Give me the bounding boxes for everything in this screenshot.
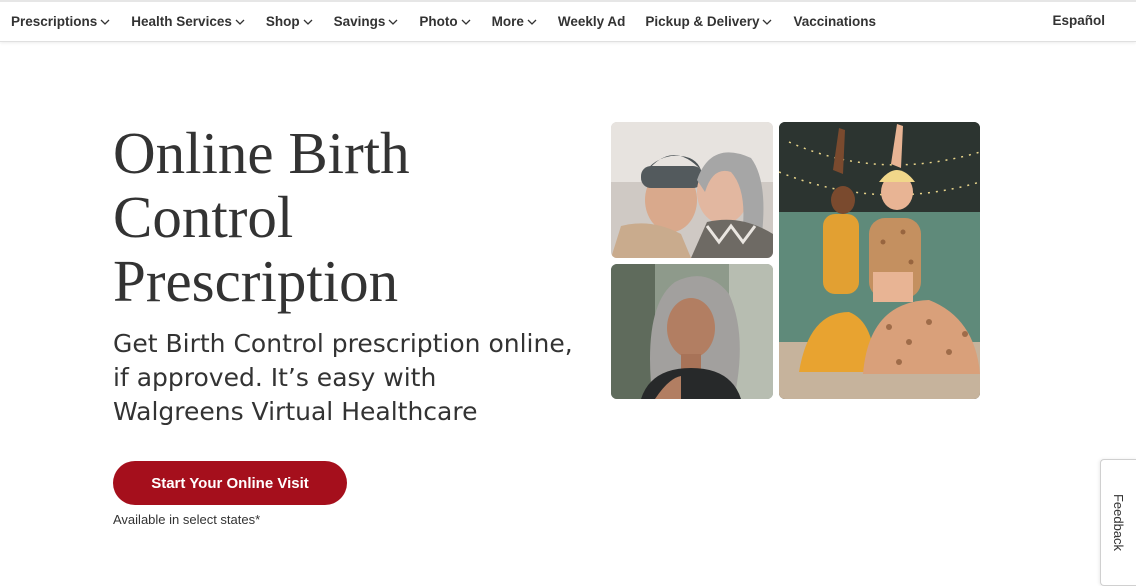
chevron-down-icon xyxy=(461,19,471,25)
page-title: Online Birth Control Prescription xyxy=(113,120,410,314)
feedback-label: Feedback xyxy=(1111,493,1127,552)
nav-item-label: Photo xyxy=(419,14,458,29)
photo-couple-embrace xyxy=(611,122,773,258)
nav-item-weekly-ad[interactable]: Weekly Ad xyxy=(558,14,626,29)
nav-item-label: Savings xyxy=(333,14,386,29)
nav-item-label: Prescriptions xyxy=(11,14,98,29)
chevron-down-icon xyxy=(235,19,245,25)
feedback-tab[interactable]: Feedback xyxy=(1100,459,1136,586)
nav-item-label: Vaccinations xyxy=(793,14,877,29)
nav-item-more[interactable]: More xyxy=(492,14,538,29)
nav-item-photo[interactable]: Photo xyxy=(419,14,471,29)
nav-item-label: Pickup & Delivery xyxy=(645,14,760,29)
nav-item-vaccinations[interactable]: Vaccinations xyxy=(793,14,876,29)
chevron-down-icon xyxy=(763,19,772,25)
nav-item-health-services[interactable]: Health Services xyxy=(131,14,246,29)
chevron-down-icon xyxy=(527,19,537,25)
nav-item-label: Shop xyxy=(265,14,300,29)
top-navigation: Prescriptions Health Services Shop Savin… xyxy=(0,0,1136,42)
nav-menu: Prescriptions Health Services Shop Savin… xyxy=(11,14,896,29)
hero-subtitle: Get Birth Control prescription online, i… xyxy=(113,329,573,426)
language-link-espanol[interactable]: Español xyxy=(1052,13,1105,28)
nav-item-pickup-delivery[interactable]: Pickup & Delivery xyxy=(645,14,773,29)
nav-item-label: Weekly Ad xyxy=(557,14,626,29)
chevron-down-icon xyxy=(303,19,313,25)
nav-item-prescriptions[interactable]: Prescriptions xyxy=(11,14,111,29)
start-online-visit-button[interactable]: Start Your Online Visit xyxy=(113,461,347,505)
nav-item-label: Health Services xyxy=(131,14,232,29)
photo-woman-portrait xyxy=(611,264,773,399)
chevron-down-icon xyxy=(388,19,398,25)
availability-note: Available in select states* xyxy=(113,512,261,527)
nav-item-shop[interactable]: Shop xyxy=(266,14,314,29)
nav-item-savings[interactable]: Savings xyxy=(334,14,400,29)
nav-item-label: More xyxy=(491,14,524,29)
photo-friends-yoga xyxy=(779,122,980,399)
chevron-down-icon xyxy=(100,19,110,25)
